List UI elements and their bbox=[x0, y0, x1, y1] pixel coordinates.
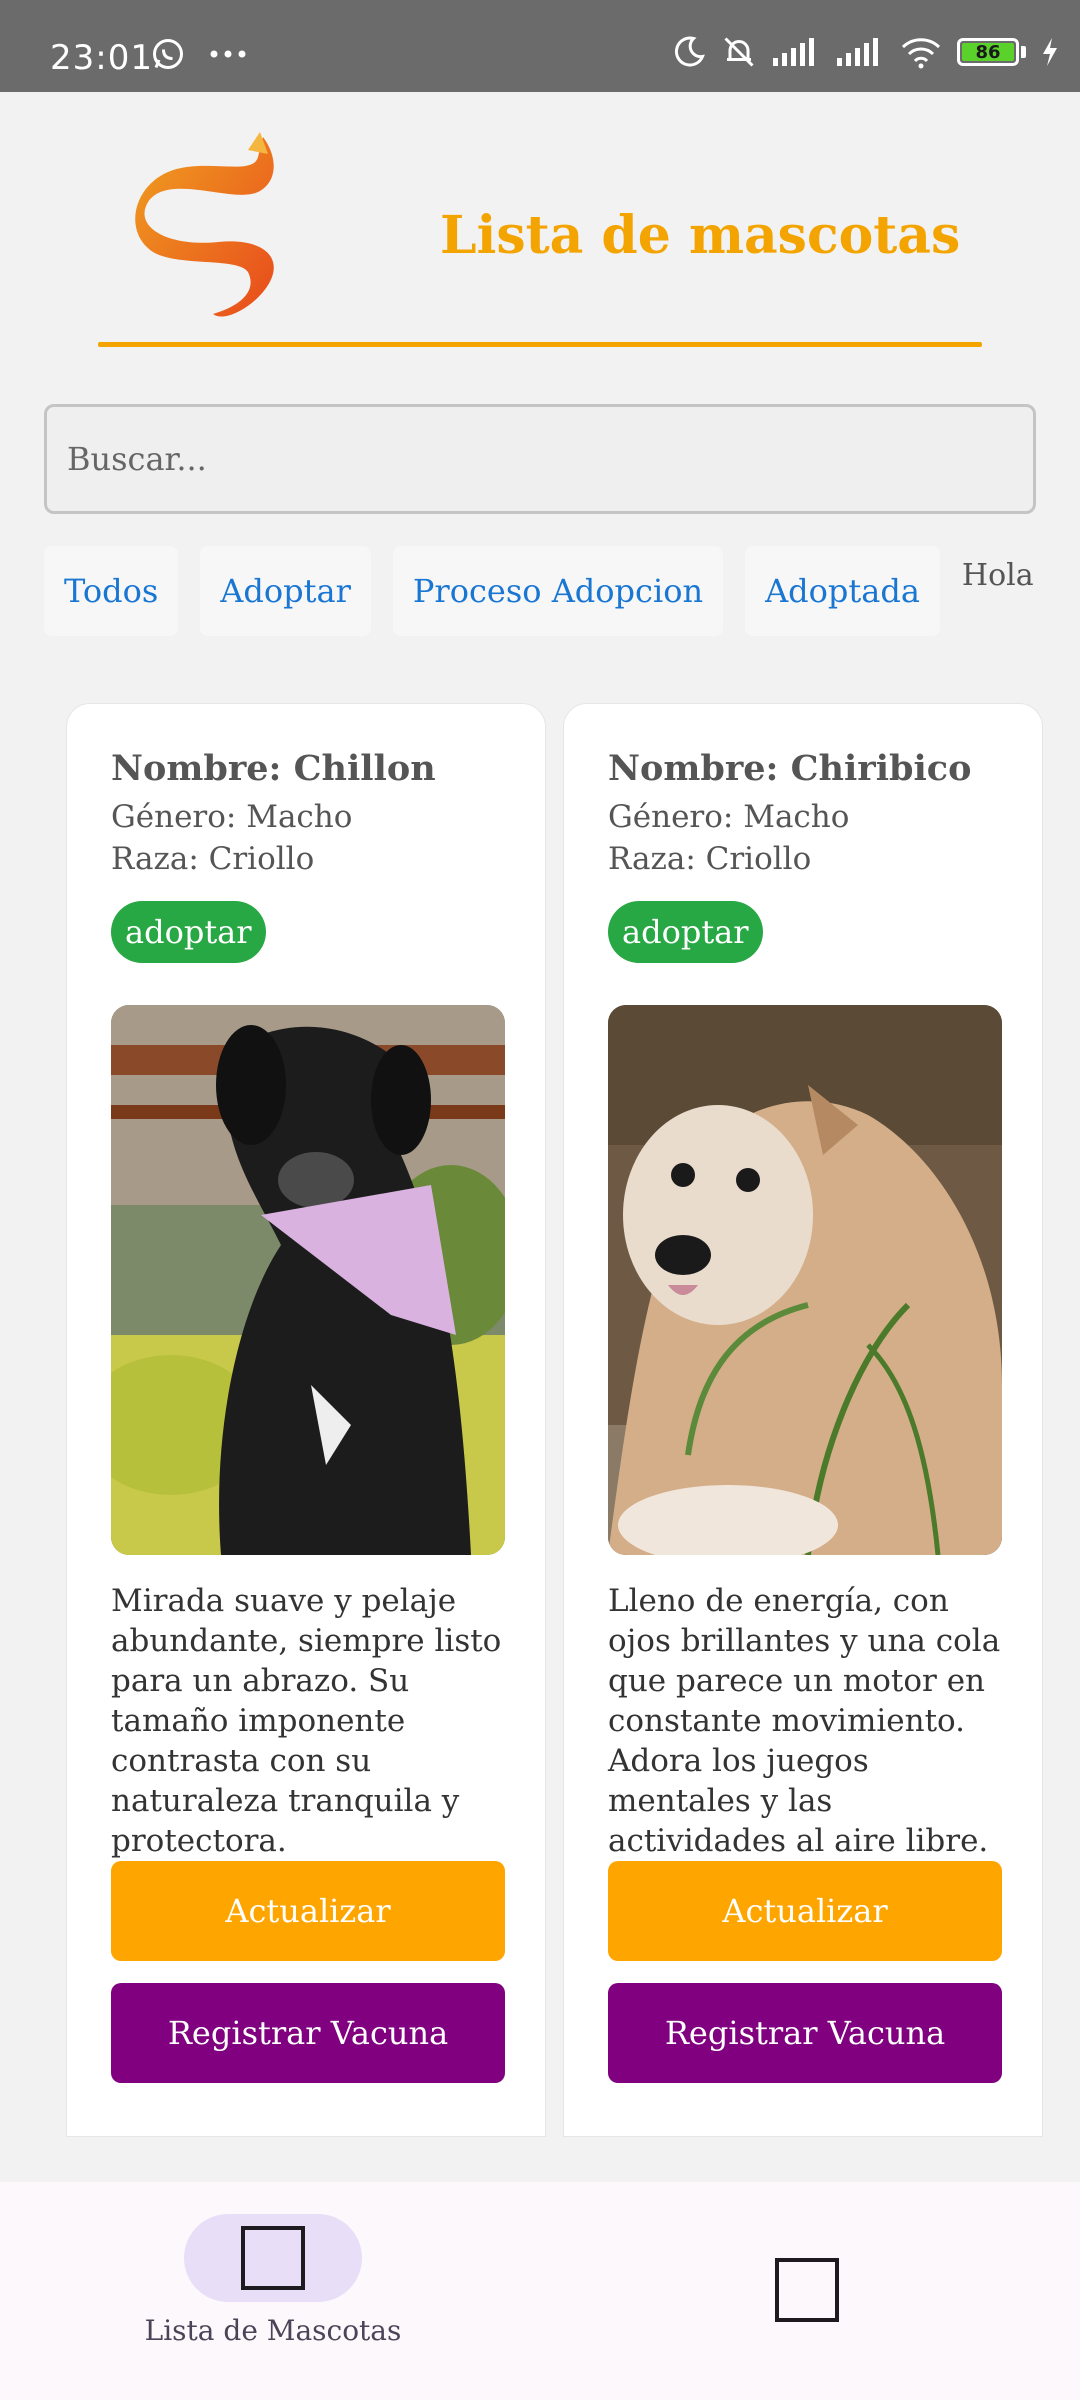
page-title: Lista de mascotas bbox=[440, 205, 961, 266]
filter-chip-adoptar[interactable]: Adoptar bbox=[200, 546, 371, 636]
pet-breed: Raza: Criollo bbox=[111, 841, 315, 877]
whatsapp-icon bbox=[153, 39, 183, 69]
charging-icon bbox=[1043, 38, 1057, 66]
moon-icon bbox=[674, 36, 705, 67]
update-button[interactable]: Actualizar bbox=[608, 1861, 1002, 1961]
pet-breed: Raza: Criollo bbox=[608, 841, 812, 877]
battery-level: 86 bbox=[962, 42, 1014, 63]
status-bar: 23:01 86 bbox=[0, 0, 1080, 92]
signal-icon bbox=[773, 38, 814, 66]
status-time: 23:01 bbox=[50, 38, 153, 78]
bottom-navigation: Lista de Mascotas bbox=[0, 2182, 1080, 2400]
nav-item-lista-de-mascotas[interactable]: Lista de Mascotas bbox=[143, 2214, 403, 2347]
pet-photo bbox=[111, 1005, 505, 1555]
nav-item-secondary[interactable] bbox=[775, 2258, 839, 2326]
register-vaccine-button[interactable]: Registrar Vacuna bbox=[608, 1983, 1002, 2083]
greeting-text: Hola bbox=[961, 558, 1034, 593]
filter-chip-adoptada[interactable]: Adoptada bbox=[745, 546, 940, 636]
update-button[interactable]: Actualizar bbox=[111, 1861, 505, 1961]
pet-gender: Género: Macho bbox=[608, 799, 850, 835]
square-outline-icon bbox=[775, 2258, 839, 2322]
square-outline-icon bbox=[241, 2226, 305, 2290]
bell-off-icon bbox=[724, 37, 754, 67]
status-badge: adoptar bbox=[111, 901, 266, 963]
pet-description: Mirada suave y pelaje abundante, siempre… bbox=[111, 1583, 502, 1859]
more-dots-icon bbox=[210, 50, 246, 58]
signal-icon bbox=[837, 38, 878, 66]
search-input[interactable] bbox=[44, 404, 1036, 514]
pet-description: Lleno de energía, con ojos brillantes y … bbox=[608, 1583, 1001, 1859]
filter-bar: Todos Adoptar Proceso Adopcion Adoptada … bbox=[44, 546, 1034, 636]
register-vaccine-button[interactable]: Registrar Vacuna bbox=[111, 1983, 505, 2083]
pet-photo bbox=[608, 1005, 1002, 1555]
battery-icon: 86 bbox=[957, 38, 1026, 66]
pet-gender: Género: Macho bbox=[111, 799, 353, 835]
filter-chip-todos[interactable]: Todos bbox=[44, 546, 179, 636]
nav-active-indicator bbox=[184, 2214, 362, 2302]
pet-card: Nombre: Chillon Género: Macho Raza: Crio… bbox=[66, 703, 546, 2137]
nav-label: Lista de Mascotas bbox=[144, 2314, 402, 2347]
pet-name: Nombre: Chillon bbox=[111, 748, 436, 789]
filter-chip-proceso-adopcion[interactable]: Proceso Adopcion bbox=[392, 546, 724, 636]
pet-name: Nombre: Chiribico bbox=[608, 748, 972, 789]
wifi-icon bbox=[901, 38, 941, 69]
pet-card: Nombre: Chiribico Género: Macho Raza: Cr… bbox=[563, 703, 1043, 2137]
title-divider bbox=[98, 342, 982, 347]
app-logo bbox=[135, 132, 274, 317]
status-badge: adoptar bbox=[608, 901, 763, 963]
